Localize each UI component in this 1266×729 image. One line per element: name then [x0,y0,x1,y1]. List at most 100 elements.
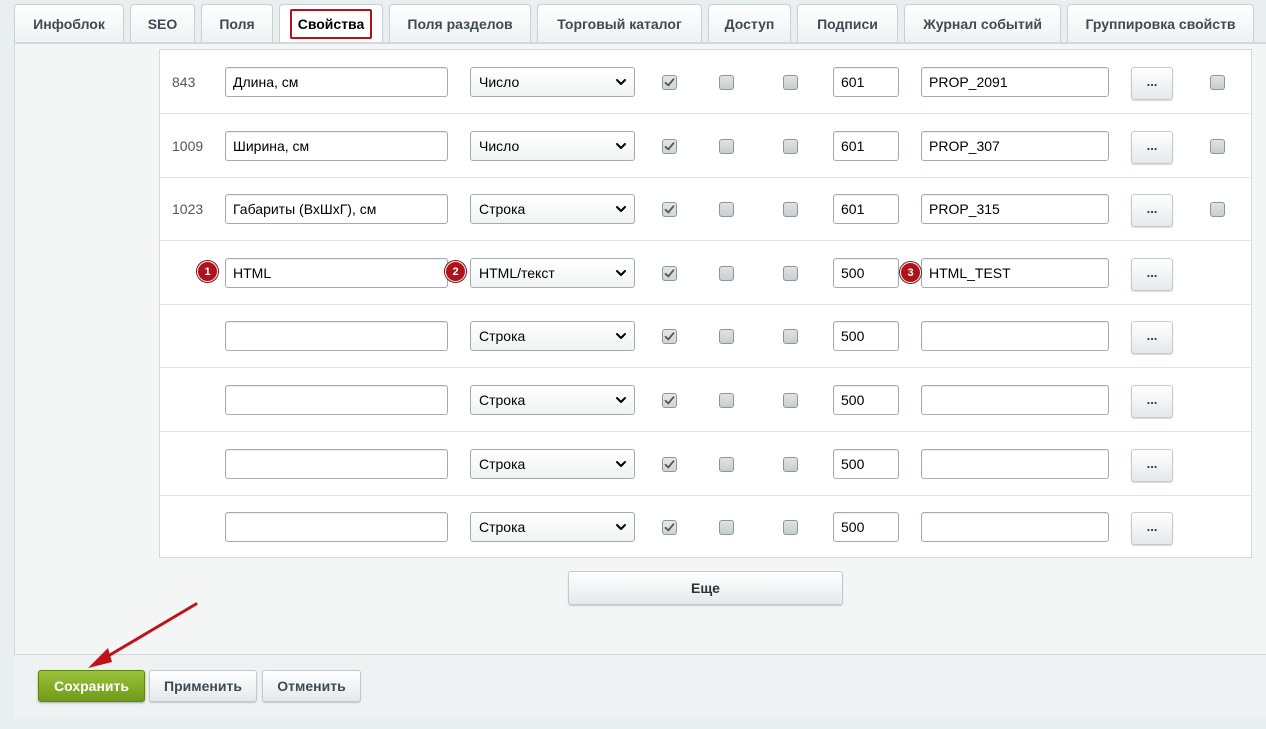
required-checkbox[interactable] [783,329,798,344]
table-row: 1023 Строка... [160,177,1251,241]
multiple-checkbox[interactable] [719,457,734,472]
tab-properties[interactable]: Свойства [279,4,383,42]
active-checkbox[interactable] [662,139,677,154]
sort-input[interactable] [833,512,899,542]
property-type-value: Строка [479,328,526,344]
required-checkbox[interactable] [783,393,798,408]
tab-infoblock[interactable]: Инфоблок [14,4,124,42]
multiple-checkbox[interactable] [719,75,734,90]
tab-captions[interactable]: Подписи [797,4,898,42]
sort-input[interactable] [833,258,899,288]
active-checkbox[interactable] [662,202,677,217]
tab-label: Поля [219,15,255,32]
multiple-checkbox[interactable] [719,202,734,217]
property-type-select[interactable]: Строка [470,512,635,542]
code-input[interactable] [921,194,1109,224]
annotation-badge-1: 1 [197,261,218,282]
active-checkbox[interactable] [662,520,677,535]
chevron-down-icon [616,397,626,403]
multiple-checkbox[interactable] [719,520,734,535]
required-checkbox[interactable] [783,202,798,217]
required-checkbox[interactable] [783,75,798,90]
chevron-down-icon [616,143,626,149]
tab-seo[interactable]: SEO [130,4,195,42]
property-type-select[interactable]: Строка [470,194,635,224]
property-name-input[interactable] [225,449,448,479]
required-checkbox[interactable] [783,520,798,535]
property-name-input[interactable] [225,258,448,288]
property-type-select[interactable]: Строка [470,449,635,479]
tab-event-log[interactable]: Журнал событий [904,4,1061,42]
tab-label: Свойства [289,8,373,39]
property-settings-button[interactable]: ... [1131,194,1173,227]
red-arrow-icon [88,602,198,668]
required-checkbox[interactable] [783,139,798,154]
property-type-select[interactable]: Строка [470,321,635,351]
property-name-input[interactable] [225,67,448,97]
property-name-input[interactable] [225,321,448,351]
active-checkbox[interactable] [662,329,677,344]
code-input[interactable] [921,512,1109,542]
property-settings-button[interactable]: ... [1131,131,1173,164]
table-row: Строка... [160,304,1251,368]
active-checkbox[interactable] [662,457,677,472]
required-checkbox[interactable] [783,266,798,281]
sort-input[interactable] [833,131,899,161]
property-name-input[interactable] [225,385,448,415]
code-input[interactable] [921,258,1109,288]
property-id: 1009 [172,138,204,154]
property-name-input[interactable] [225,512,448,542]
multiple-checkbox[interactable] [719,329,734,344]
sort-input[interactable] [833,449,899,479]
chevron-down-icon [616,79,626,85]
property-type-select[interactable]: Число [470,67,635,97]
code-input[interactable] [921,67,1109,97]
sort-input[interactable] [833,385,899,415]
property-type-value: HTML/текст [479,265,555,281]
tab-fields[interactable]: Поля [201,4,273,42]
delete-checkbox[interactable] [1210,75,1225,90]
chevron-down-icon [616,270,626,276]
code-input[interactable] [921,321,1109,351]
property-settings-button[interactable]: ... [1131,67,1173,100]
active-checkbox[interactable] [662,75,677,90]
code-input[interactable] [921,131,1109,161]
annotation-badge-2: 2 [445,261,466,282]
property-type-select[interactable]: Строка [470,385,635,415]
delete-checkbox[interactable] [1210,202,1225,217]
property-type-select[interactable]: HTML/текст [470,258,635,288]
property-type-select[interactable]: Число [470,131,635,161]
active-checkbox[interactable] [662,266,677,281]
property-settings-button[interactable]: ... [1131,512,1173,545]
chevron-down-icon [616,524,626,530]
property-name-input[interactable] [225,131,448,161]
delete-checkbox[interactable] [1210,139,1225,154]
cancel-button[interactable]: Отменить [262,670,361,702]
chevron-down-icon [616,461,626,467]
tab-trade-catalog[interactable]: Торговый каталог [537,4,702,42]
required-checkbox[interactable] [783,457,798,472]
sort-input[interactable] [833,321,899,351]
property-settings-button[interactable]: ... [1131,385,1173,418]
property-type-value: Строка [479,201,526,217]
sort-input[interactable] [833,194,899,224]
tab-property-grouping[interactable]: Группировка свойств [1067,4,1254,42]
code-input[interactable] [921,449,1109,479]
sort-input[interactable] [833,67,899,97]
multiple-checkbox[interactable] [719,266,734,281]
property-settings-button[interactable]: ... [1131,258,1173,291]
property-name-input[interactable] [225,194,448,224]
code-input[interactable] [921,385,1109,415]
property-settings-button[interactable]: ... [1131,449,1173,482]
property-type-value: Строка [479,519,526,535]
more-button[interactable]: Еще [568,571,843,605]
active-checkbox[interactable] [662,393,677,408]
multiple-checkbox[interactable] [719,393,734,408]
annotation-badge-3: 3 [900,262,921,283]
tab-access[interactable]: Доступ [708,4,791,42]
multiple-checkbox[interactable] [719,139,734,154]
property-settings-button[interactable]: ... [1131,321,1173,354]
property-type-value: Строка [479,392,526,408]
tab-section-fields[interactable]: Поля разделов [389,4,531,42]
table-row: 843 Число... [160,50,1251,114]
